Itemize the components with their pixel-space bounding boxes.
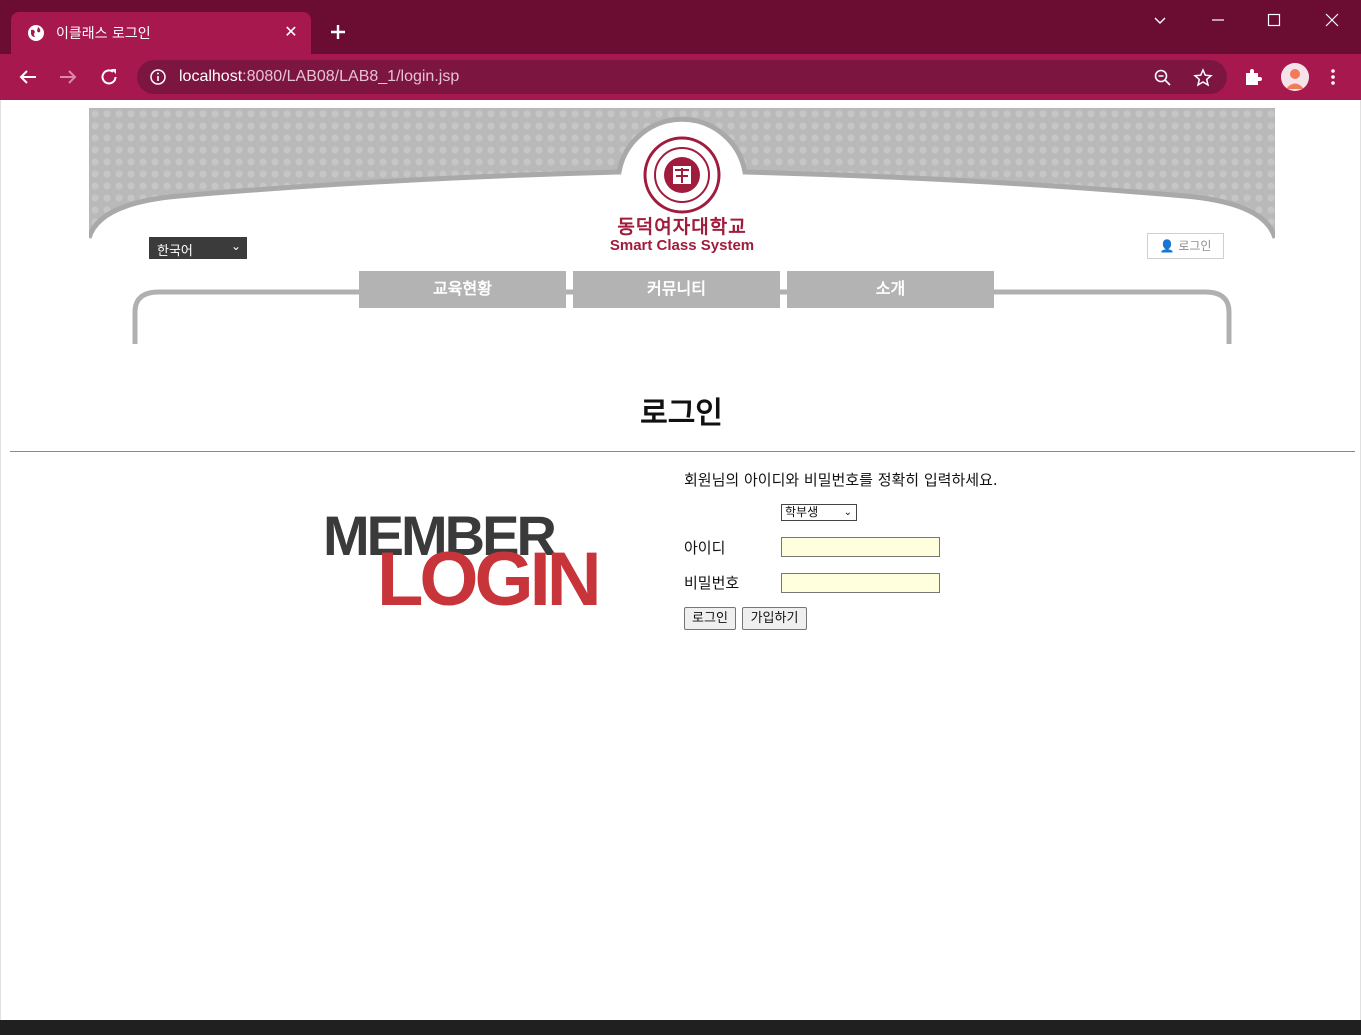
member-login-logo: MEMBER LOGIN: [323, 504, 602, 620]
profile-avatar-icon: [1281, 63, 1309, 91]
browser-tab[interactable]: 이클래스 로그인 ✕: [11, 12, 311, 54]
menu-item-community[interactable]: 커뮤니티: [573, 271, 780, 308]
close-tab-icon[interactable]: ✕: [281, 22, 301, 42]
user-icon: 👤: [1159, 239, 1175, 253]
id-label: 아이디: [684, 539, 726, 557]
tab-search-icon[interactable]: [1148, 8, 1172, 32]
browser-toolbar: localhost:8080/LAB08/LAB8_1/login.jsp: [0, 54, 1361, 100]
maximize-icon[interactable]: [1262, 8, 1286, 32]
back-arrow-icon[interactable]: [16, 65, 40, 89]
globe-icon: [28, 25, 44, 41]
signup-button[interactable]: 가입하기: [742, 607, 807, 630]
extensions-puzzle-icon[interactable]: [1242, 66, 1264, 88]
browser-titlebar: 이클래스 로그인 ✕: [0, 0, 1361, 54]
profile-avatar[interactable]: [1281, 63, 1309, 91]
id-input[interactable]: [781, 537, 940, 557]
login-instruction: 회원님의 아이디와 비밀번호를 정확히 입력하세요.: [684, 471, 998, 489]
new-tab-icon[interactable]: [326, 20, 350, 44]
os-taskbar: [0, 1020, 1361, 1035]
url-host: localhost: [179, 68, 243, 85]
divider: [10, 451, 1355, 452]
menu-item-education[interactable]: 교육현황: [359, 271, 566, 308]
site-info-icon[interactable]: [149, 68, 167, 86]
window-close-icon[interactable]: [1320, 8, 1344, 32]
url-text: localhost:8080/LAB08/LAB8_1/login.jsp: [179, 68, 459, 86]
university-name: 동덕여자대학교: [617, 216, 747, 238]
tab-title: 이클래스 로그인: [56, 26, 151, 42]
logo-login-text: LOGIN: [377, 537, 598, 620]
zoom-icon[interactable]: [1153, 68, 1173, 88]
password-input[interactable]: [781, 573, 940, 593]
menu-item-about[interactable]: 소개: [787, 271, 994, 308]
header-login-button[interactable]: 👤 로그인: [1147, 233, 1224, 259]
more-menu-icon[interactable]: [1322, 66, 1344, 88]
bookmark-star-icon[interactable]: [1193, 68, 1213, 88]
site-header-banner: 한국어 ⌄ 동덕여자대학교 Smart Class System 👤 로그인 교…: [89, 108, 1275, 353]
url-path: :8080/LAB08/LAB8_1/login.jsp: [242, 68, 460, 85]
address-bar[interactable]: localhost:8080/LAB08/LAB8_1/login.jsp: [137, 60, 1227, 94]
system-name: Smart Class System: [609, 237, 755, 254]
forward-arrow-icon[interactable]: [56, 65, 80, 89]
page-content: 한국어 ⌄ 동덕여자대학교 Smart Class System 👤 로그인 교…: [0, 100, 1361, 1020]
user-type-value: 학부생: [785, 505, 819, 519]
reload-icon[interactable]: [97, 65, 121, 89]
minimize-icon[interactable]: [1206, 8, 1230, 32]
header-login-label: 로그인: [1178, 239, 1212, 253]
password-label: 비밀번호: [684, 574, 740, 592]
login-button[interactable]: 로그인: [684, 607, 736, 630]
user-type-select[interactable]: 학부생 ⌄: [781, 504, 857, 521]
page-title: 로그인: [640, 396, 723, 431]
chevron-down-icon: ⌄: [843, 507, 852, 518]
